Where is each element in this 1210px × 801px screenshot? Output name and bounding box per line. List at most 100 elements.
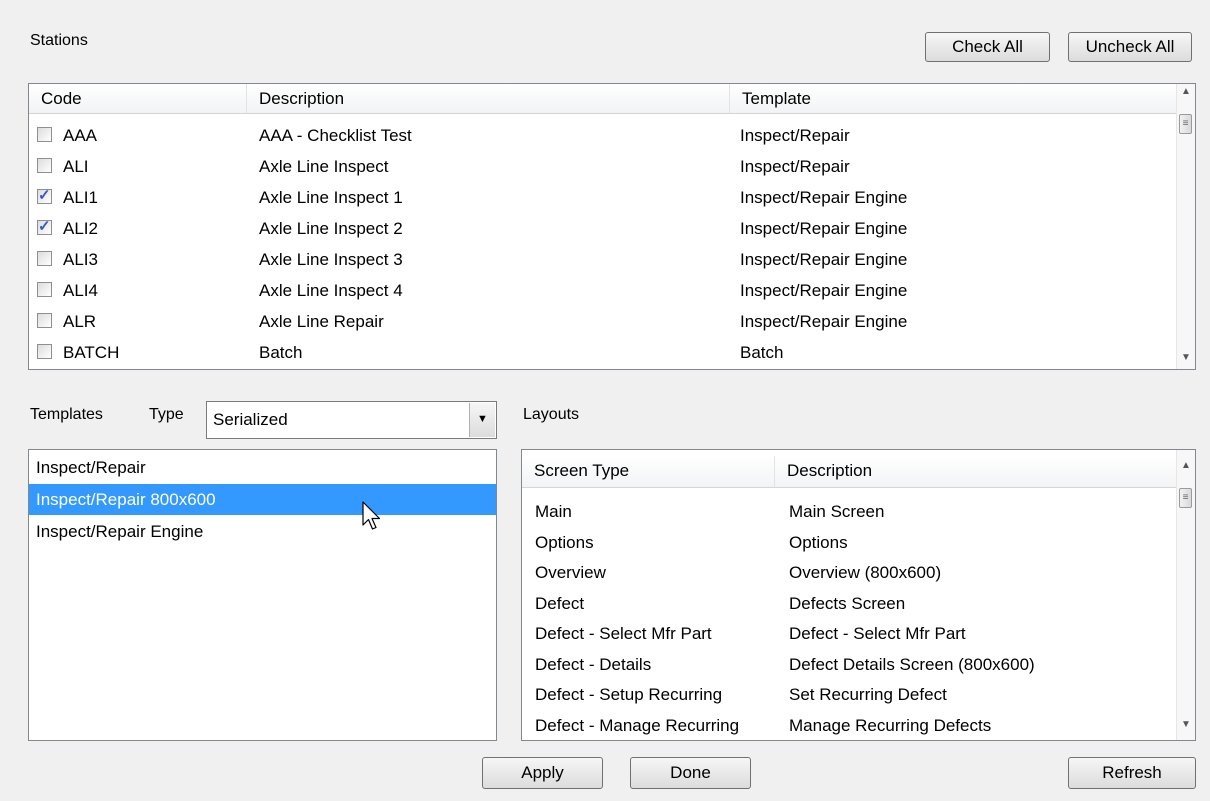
cell-layout-description: Manage Recurring Defects bbox=[789, 715, 992, 735]
stations-label: Stations bbox=[30, 32, 88, 49]
column-header-screen-type[interactable]: Screen Type bbox=[522, 456, 775, 488]
list-item[interactable]: Inspect/Repair 800x600 bbox=[29, 484, 496, 515]
cell-code: ALI4 bbox=[63, 281, 98, 300]
table-row[interactable]: BATCH Batch Batch bbox=[29, 337, 1177, 368]
cell-layout-description: Options bbox=[789, 532, 848, 552]
cell-template: Inspect/Repair Engine bbox=[740, 250, 908, 269]
cell-layout-description: Defect - Select Mfr Part bbox=[789, 624, 966, 643]
cell-layout-description: Defects Screen bbox=[789, 593, 906, 613]
table-row[interactable]: ALI3 Axle Line Inspect 3 Inspect/Repair En… bbox=[29, 244, 1177, 275]
table-row[interactable]: AAA AAA - Checklist Test Inspect/Repair bbox=[29, 120, 1177, 151]
cell-screen-type: Options bbox=[535, 532, 594, 552]
table-row[interactable]: Options Options bbox=[522, 527, 1176, 558]
list-item[interactable]: Inspect/Repair bbox=[29, 452, 496, 483]
up-arrow-icon[interactable]: ▲ bbox=[1177, 460, 1195, 471]
layouts-rows: Main Main Screen Options Options Overview Ove… bbox=[522, 496, 1176, 741]
stations-grid[interactable]: Code Description Template AAA AAA - Check… bbox=[28, 83, 1196, 370]
templates-list[interactable]: Inspect/Repair Inspect/Repair 800x600 Insp… bbox=[28, 449, 497, 741]
row-checkbox[interactable] bbox=[37, 344, 52, 359]
layouts-label: Layouts bbox=[523, 406, 580, 423]
cell-layout-description: Defect Details Screen (800x600) bbox=[789, 654, 1035, 674]
refresh-button[interactable]: Refresh bbox=[1068, 757, 1196, 789]
row-checkbox[interactable] bbox=[37, 313, 52, 328]
templates-items: Inspect/Repair Inspect/Repair 800x600 Insp… bbox=[29, 452, 496, 740]
cell-code: BATCH bbox=[63, 343, 120, 362]
cell-template: Batch bbox=[740, 343, 784, 362]
cell-description: Axle Line Repair bbox=[259, 312, 384, 331]
row-checkbox[interactable] bbox=[37, 158, 52, 173]
cell-code: ALI bbox=[63, 157, 89, 176]
cell-template: Inspect/Repair Engine bbox=[740, 188, 908, 207]
scroll-thumb[interactable]: ≡ bbox=[1179, 114, 1192, 134]
cell-screen-type: Main bbox=[535, 502, 572, 521]
row-checkbox[interactable] bbox=[37, 127, 52, 142]
scroll-thumb[interactable]: ≡ bbox=[1179, 488, 1192, 508]
down-arrow-icon[interactable]: ▼ bbox=[1177, 719, 1195, 730]
layouts-grid[interactable]: Screen Type Description Main Main Screen O… bbox=[521, 449, 1196, 741]
cell-screen-type: Defect - Select Mfr Part bbox=[535, 624, 712, 643]
templates-label: Templates bbox=[30, 406, 103, 423]
table-row[interactable]: ALI Axle Line Inspect Inspect/Repair bbox=[29, 151, 1177, 182]
list-item[interactable]: Inspect/Repair Engine bbox=[29, 516, 496, 547]
cell-template: Inspect/Repair Engine bbox=[740, 312, 908, 331]
cell-description: Axle Line Inspect 3 bbox=[259, 250, 403, 269]
type-select-value: Serialized bbox=[213, 410, 288, 429]
check-all-button[interactable]: Check All bbox=[925, 32, 1050, 62]
table-row[interactable]: ALR Axle Line Repair Inspect/Repair Engine bbox=[29, 306, 1177, 337]
done-button[interactable]: Done bbox=[630, 757, 751, 789]
table-row[interactable]: ✓ ALI1 Axle Line Inspect 1 Inspect/Repair E… bbox=[29, 182, 1177, 213]
cell-layout-description: Main Screen bbox=[789, 502, 885, 521]
row-checkbox[interactable] bbox=[37, 282, 52, 297]
cell-screen-type: Defect - Manage Recurring bbox=[535, 715, 740, 735]
cell-description: AAA - Checklist Test bbox=[259, 126, 412, 145]
check-icon: ✓ bbox=[38, 218, 51, 235]
table-row[interactable]: Overview Overview (800x600) bbox=[522, 557, 1176, 588]
cell-code: ALI3 bbox=[63, 250, 98, 269]
cell-description: Axle Line Inspect 1 bbox=[259, 188, 403, 207]
type-label: Type bbox=[149, 406, 184, 423]
table-row[interactable]: Main Main Screen bbox=[522, 496, 1176, 527]
row-checkbox[interactable] bbox=[37, 251, 52, 266]
cell-description: Batch bbox=[259, 343, 303, 362]
column-header-description[interactable]: Description bbox=[247, 84, 730, 114]
cell-template: Inspect/Repair bbox=[740, 157, 850, 176]
row-checkbox[interactable]: ✓ bbox=[37, 218, 52, 235]
stations-scrollbar[interactable]: ▲ ≡ ▼ bbox=[1176, 84, 1195, 369]
chevron-down-icon[interactable]: ▼ bbox=[469, 403, 495, 437]
table-row[interactable]: Defect - Details Defect Details Screen (8… bbox=[522, 649, 1176, 680]
cell-template: Inspect/Repair Engine bbox=[740, 219, 908, 238]
table-row[interactable]: ALI4 Axle Line Inspect 4 Inspect/Repair En… bbox=[29, 275, 1177, 306]
row-checkbox[interactable]: ✓ bbox=[37, 187, 52, 204]
apply-button[interactable]: Apply bbox=[482, 757, 603, 789]
layouts-scrollbar[interactable]: ▲ ≡ ▼ bbox=[1176, 450, 1195, 740]
cell-layout-description: Overview (800x600) bbox=[789, 563, 942, 582]
cell-screen-type: Defect - Setup Recurring bbox=[535, 685, 723, 704]
cell-description: Axle Line Inspect 2 bbox=[259, 219, 403, 238]
table-row[interactable]: Defect - Setup Recurring Set Recurring De… bbox=[522, 679, 1176, 710]
column-header-template[interactable]: Template bbox=[730, 84, 1178, 114]
cell-screen-type: Defect bbox=[535, 593, 585, 613]
cell-template: Inspect/Repair bbox=[740, 126, 850, 145]
cell-code: ALI2 bbox=[63, 219, 98, 238]
cell-description: Axle Line Inspect bbox=[259, 157, 389, 176]
cell-screen-type: Defect - Details bbox=[535, 654, 652, 674]
stations-rows: AAA AAA - Checklist Test Inspect/Repair ALI… bbox=[29, 120, 1177, 369]
column-header-layout-description[interactable]: Description bbox=[775, 456, 1176, 488]
check-icon: ✓ bbox=[38, 187, 51, 204]
table-row[interactable]: Defect - Manage Recurring Manage Recurrin… bbox=[522, 710, 1176, 741]
cell-code: ALI1 bbox=[63, 188, 98, 207]
mouse-pointer-icon bbox=[362, 501, 381, 530]
column-header-code[interactable]: Code bbox=[29, 84, 247, 114]
table-row[interactable]: Defect - Select Mfr Part Defect - Select … bbox=[522, 618, 1176, 649]
table-row[interactable]: Defect Defects Screen bbox=[522, 588, 1176, 619]
cell-screen-type: Overview bbox=[535, 563, 606, 582]
uncheck-all-button[interactable]: Uncheck All bbox=[1068, 32, 1192, 62]
cell-template: Inspect/Repair Engine bbox=[740, 281, 908, 300]
down-arrow-icon[interactable]: ▼ bbox=[1177, 352, 1195, 363]
cell-description: Axle Line Inspect 4 bbox=[259, 281, 403, 300]
cell-code: ALR bbox=[63, 312, 97, 331]
table-row[interactable]: ✓ ALI2 Axle Line Inspect 2 Inspect/Repair E… bbox=[29, 213, 1177, 244]
up-arrow-icon[interactable]: ▲ bbox=[1177, 86, 1195, 97]
type-select[interactable]: Serialized ▼ bbox=[206, 401, 497, 439]
cell-code: AAA bbox=[63, 126, 98, 145]
